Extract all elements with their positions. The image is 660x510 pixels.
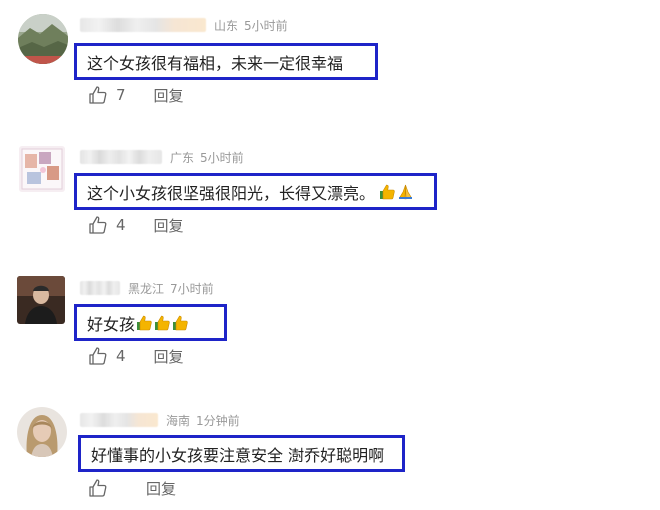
thumbs-up-emoji [379, 183, 396, 200]
comment-text: 这个小女孩很坚强很阳光，长得又漂亮。 [87, 183, 376, 203]
woman-portrait-avatar [17, 407, 67, 457]
comment-text: 好懂事的小女孩要注意安全 澍乔好聪明啊 [91, 445, 385, 465]
thumbs-up-emoji [136, 314, 153, 331]
blurred-username[interactable] [80, 413, 158, 427]
avatar[interactable] [17, 407, 67, 457]
reply-button[interactable]: 回复 [154, 346, 184, 367]
comment-location: 黑龙江 [128, 281, 165, 296]
comment-meta: 黑龙江 7小时前 [80, 279, 214, 297]
comment-actions: 回复 [88, 477, 176, 499]
thumbs-up-outline-icon [88, 215, 108, 235]
reply-button[interactable]: 回复 [146, 478, 176, 499]
reply-button[interactable]: 回复 [154, 215, 184, 236]
highlighted-comment-text: 这个女孩很有福相，未来一定很幸福 [74, 43, 378, 80]
avatar[interactable] [18, 14, 68, 64]
photo-collage-avatar [19, 146, 65, 192]
comment-location: 山东 [214, 18, 239, 33]
thumbs-up-outline-icon [88, 85, 108, 105]
comment-time: 1分钟前 [196, 413, 240, 428]
blurred-username[interactable] [80, 18, 206, 32]
thumbs-up-emoji [172, 314, 189, 331]
like-button[interactable] [88, 478, 124, 498]
like-count: 4 [116, 347, 126, 365]
comment-location: 海南 [166, 413, 191, 428]
blurred-username[interactable] [80, 281, 120, 295]
comment-actions: 4 回复 [88, 345, 184, 367]
thumbs-up-emoji [154, 314, 171, 331]
comment-time: 5小时前 [244, 18, 288, 33]
comment-text: 好女孩 [87, 314, 136, 334]
like-button[interactable]: 4 [88, 346, 126, 366]
comment-actions: 7 回复 [88, 84, 184, 106]
reply-button[interactable]: 回复 [154, 85, 184, 106]
like-button[interactable]: 4 [88, 215, 126, 235]
man-portrait-avatar [17, 276, 65, 324]
blurred-username[interactable] [80, 150, 162, 164]
comment-time: 7小时前 [170, 281, 214, 296]
comment-time: 5小时前 [200, 150, 244, 165]
comment-meta: 海南 1分钟前 [80, 411, 240, 429]
highlighted-comment-text: 好女孩 [74, 304, 227, 341]
avatar[interactable] [19, 146, 65, 192]
comment-location: 广东 [170, 150, 195, 165]
comment-meta: 广东 5小时前 [80, 148, 244, 166]
landscape-photo-avatar [18, 14, 68, 64]
folded-hands-emoji [397, 183, 414, 200]
comment-text: 这个女孩很有福相，未来一定很幸福 [87, 53, 344, 73]
highlighted-comment-text: 好懂事的小女孩要注意安全 澍乔好聪明啊 [78, 435, 405, 472]
thumbs-up-outline-icon [88, 478, 108, 498]
thumbs-up-outline-icon [88, 346, 108, 366]
highlighted-comment-text: 这个小女孩很坚强很阳光，长得又漂亮。 [74, 173, 437, 210]
comment-meta: 山东 5小时前 [80, 16, 288, 34]
like-count: 7 [116, 86, 126, 104]
comment-actions: 4 回复 [88, 214, 184, 236]
like-button[interactable]: 7 [88, 85, 126, 105]
like-count: 4 [116, 216, 126, 234]
avatar[interactable] [17, 276, 65, 324]
